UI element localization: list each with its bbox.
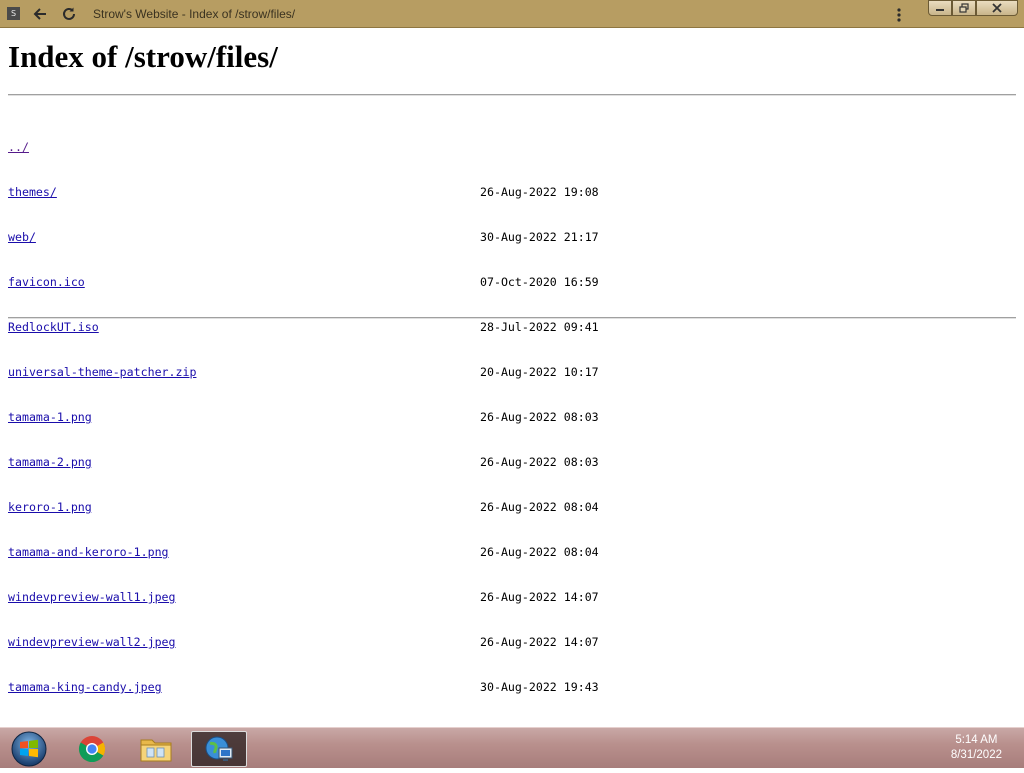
bottom-divider (8, 317, 1016, 319)
modified-date: 26-Aug-2022 14:07 (480, 590, 599, 604)
modified-date: 28-Jul-2022 09:41 (480, 320, 599, 334)
list-item: windevpreview-wall1.jpeg 26-Aug-2022 14:0… (8, 590, 708, 605)
file-link[interactable]: windevpreview-wall2.jpeg (8, 635, 176, 650)
modified-date: 20-Aug-2022 10:17 (480, 365, 599, 379)
kebab-menu-icon (897, 8, 901, 22)
top-divider (8, 94, 1016, 96)
taskbar-network-button[interactable] (191, 731, 247, 767)
list-item: favicon.ico 07-Oct-2020 16:59 (8, 275, 708, 290)
back-arrow-icon (33, 8, 46, 20)
browser-menu-button[interactable] (890, 5, 908, 25)
reload-button[interactable] (59, 4, 79, 24)
minimize-button[interactable] (928, 0, 952, 16)
modified-date: 26-Aug-2022 14:07 (480, 635, 599, 649)
list-item: windevpreview-wall2.jpeg 26-Aug-2022 14:0… (8, 635, 708, 650)
taskbar-chrome-button[interactable] (64, 731, 120, 767)
back-button[interactable] (30, 4, 50, 24)
site-favicon-icon: S (7, 7, 20, 20)
window-controls (928, 0, 1018, 18)
list-item: universal-theme-patcher.zip 20-Aug-2022 1… (8, 365, 708, 380)
restore-button[interactable] (952, 0, 976, 16)
clock-time: 5:14 AM (955, 734, 998, 746)
file-explorer-icon (140, 739, 172, 762)
taskbar-explorer-button[interactable] (128, 731, 184, 767)
file-link[interactable]: tamama-1.png (8, 410, 92, 425)
taskbar: 5:14 AM 8/31/2022 (0, 727, 1024, 768)
modified-date: 30-Aug-2022 19:43 (480, 680, 599, 694)
modified-date: 26-Aug-2022 19:08 (480, 185, 599, 199)
reload-icon (63, 7, 75, 20)
chrome-icon (78, 736, 106, 763)
file-link[interactable]: web/ (8, 230, 36, 245)
page-content: Index of /strow/files/ ../ themes/26-Aug… (8, 28, 1016, 694)
file-listing: ../ themes/26-Aug-2022 19:08 web/30-Aug-… (8, 110, 708, 725)
close-icon (992, 3, 1002, 13)
list-item: tamama-and-keroro-1.png 26-Aug-2022 08:04 (8, 545, 708, 560)
clock-date: 8/31/2022 (950, 749, 1002, 761)
list-item: RedlockUT.iso 28-Jul-2022 09:41 (8, 320, 708, 335)
file-link[interactable]: keroro-1.png (8, 500, 92, 515)
windows-start-orb-icon (11, 731, 47, 767)
file-link[interactable]: RedlockUT.iso (8, 320, 99, 335)
close-button[interactable] (976, 0, 1018, 16)
modified-date: 26-Aug-2022 08:04 (480, 545, 599, 559)
browser-titlebar: S Strow's Website - Index of /strow/file… (0, 0, 1024, 28)
modified-date: 30-Aug-2022 21:17 (480, 230, 599, 244)
file-link[interactable]: tamama-and-keroro-1.png (8, 545, 169, 560)
parent-directory-link[interactable]: ../ (8, 140, 29, 155)
list-item: ../ (8, 140, 708, 155)
window-title: Strow's Website - Index of /strow/files/ (93, 7, 296, 21)
file-link[interactable]: tamama-king-candy.jpeg (8, 680, 162, 695)
minimize-icon (936, 9, 944, 11)
restore-icon (959, 3, 969, 13)
list-item: themes/26-Aug-2022 19:08 (8, 185, 708, 200)
file-link[interactable]: universal-theme-patcher.zip (8, 365, 196, 380)
file-link[interactable]: windevpreview-wall1.jpeg (8, 590, 176, 605)
modified-date: 07-Oct-2020 16:59 (480, 275, 599, 289)
list-item: keroro-1.png 26-Aug-2022 08:04 (8, 500, 708, 515)
list-item: tamama-king-candy.jpeg 30-Aug-2022 19:43 (8, 680, 708, 695)
file-link[interactable]: themes/ (8, 185, 57, 200)
file-link[interactable]: tamama-2.png (8, 455, 92, 470)
list-item: tamama-2.png 26-Aug-2022 08:03 (8, 455, 708, 470)
page-title: Index of /strow/files/ (8, 39, 278, 74)
start-button[interactable] (8, 730, 50, 768)
list-item: web/30-Aug-2022 21:17 (8, 230, 708, 245)
system-clock[interactable]: 5:14 AM 8/31/2022 (951, 733, 1002, 763)
modified-date: 26-Aug-2022 08:03 (480, 410, 599, 424)
file-link[interactable]: favicon.ico (8, 275, 85, 290)
list-item: tamama-1.png 26-Aug-2022 08:03 (8, 410, 708, 425)
network-globe-icon (205, 736, 233, 761)
modified-date: 26-Aug-2022 08:03 (480, 455, 599, 469)
modified-date: 26-Aug-2022 08:04 (480, 500, 599, 514)
